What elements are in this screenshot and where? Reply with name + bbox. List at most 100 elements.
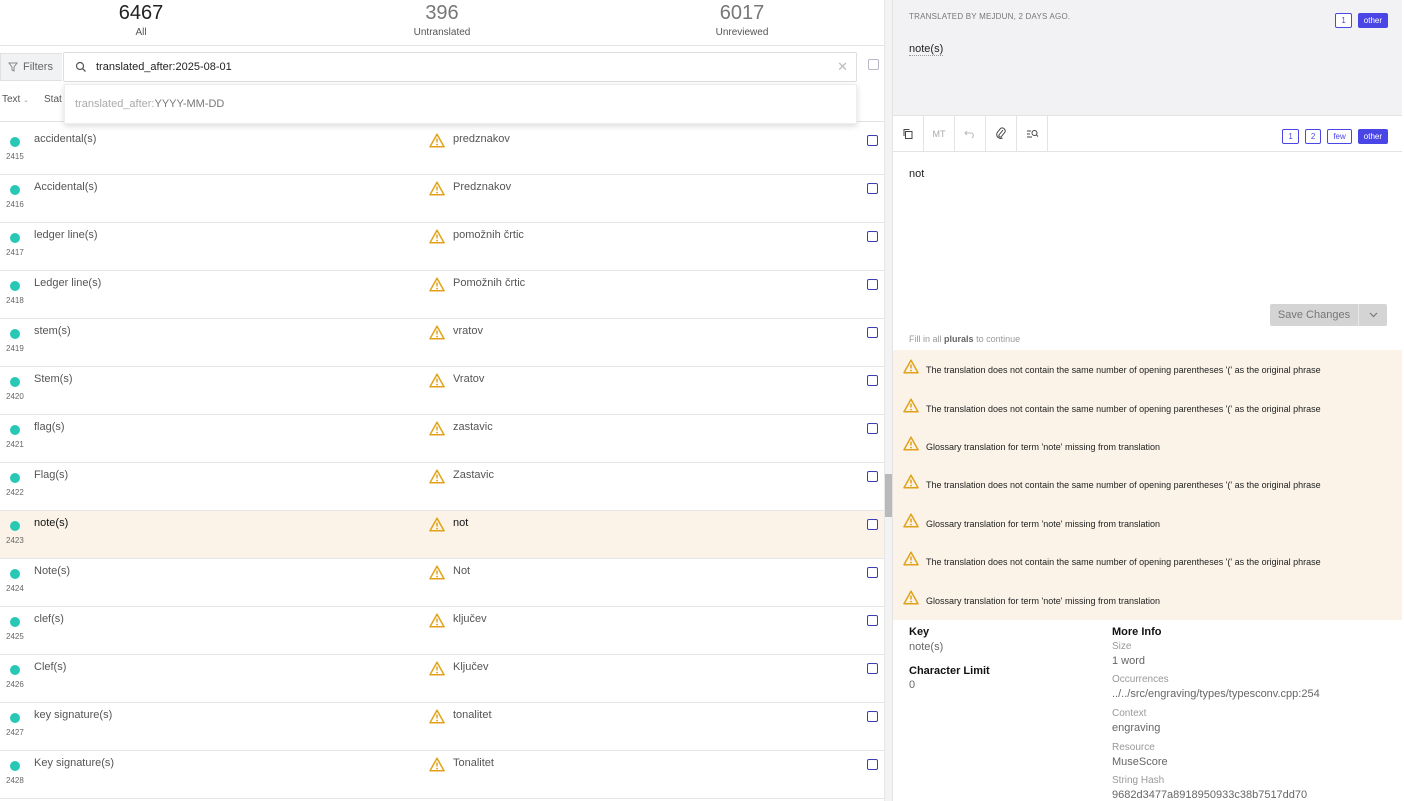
source-plural-tab-1[interactable]: 1 <box>1335 13 1352 28</box>
source-plural-tabs: 1 other <box>1329 10 1388 28</box>
translation-string: vratov <box>453 325 483 337</box>
select-all-checkbox[interactable] <box>868 59 879 70</box>
string-row[interactable]: Stem(s) 2420 Vratov <box>0 367 884 415</box>
machine-translation-button[interactable]: MT <box>924 116 955 151</box>
size-label: Size <box>1112 641 1132 652</box>
string-row[interactable]: ledger line(s) 2417 pomožnih črtic <box>0 223 884 271</box>
row-checkbox[interactable] <box>867 327 878 338</box>
warning-icon <box>903 474 919 489</box>
row-checkbox[interactable] <box>867 423 878 434</box>
string-number: 2423 <box>6 536 24 545</box>
target-plural-tab-few[interactable]: few <box>1327 129 1352 144</box>
qa-warning: Glossary translation for term 'note' mis… <box>893 583 1402 621</box>
row-checkbox[interactable] <box>867 711 878 722</box>
strings-list-pane: 6467 All 396 Untranslated 6017 Unreviewe… <box>0 0 884 801</box>
scrollbar-thumb[interactable] <box>885 474 892 517</box>
search-suggestion[interactable]: translated_after:YYYY-MM-DD <box>64 84 857 124</box>
string-row[interactable]: clef(s) 2425 ključev <box>0 607 884 655</box>
translation-string: Predznakov <box>453 181 512 193</box>
status-dot <box>10 377 20 387</box>
resource-label: Resource <box>1112 742 1155 753</box>
chevron-down-icon: ⌄ <box>23 97 29 104</box>
source-string: clef(s) <box>34 613 64 625</box>
warning-text: The translation does not contain the sam… <box>926 404 1321 414</box>
string-row[interactable]: key signature(s) 2427 tonalitet <box>0 703 884 751</box>
suggestion-prefix: translated_after: <box>75 98 155 110</box>
string-row[interactable]: note(s) 2423 not <box>0 511 884 559</box>
row-checkbox[interactable] <box>867 471 878 482</box>
translation-textarea[interactable]: not <box>909 168 924 180</box>
attach-button[interactable] <box>986 116 1017 151</box>
status-dot <box>10 569 20 579</box>
chevron-down-icon[interactable] <box>1359 312 1387 318</box>
row-checkbox[interactable] <box>867 519 878 530</box>
column-text[interactable]: Text ⌄ <box>2 94 29 105</box>
save-changes-button[interactable]: Save Changes <box>1270 304 1387 326</box>
search-icon <box>75 61 86 72</box>
undo-icon <box>964 130 974 138</box>
row-checkbox[interactable] <box>867 231 878 242</box>
string-row[interactable]: Flag(s) 2422 Zastavic <box>0 463 884 511</box>
row-checkbox[interactable] <box>867 615 878 626</box>
filters-button[interactable]: Filters <box>0 53 62 81</box>
source-string: note(s) <box>34 517 69 529</box>
string-row[interactable]: Key signature(s) 2428 Tonalitet <box>0 751 884 799</box>
status-dot <box>10 329 20 339</box>
source-text: note(s) <box>909 43 944 56</box>
stat-unreviewed[interactable]: 6017 Unreviewed <box>642 0 842 40</box>
warning-icon <box>429 277 445 292</box>
row-checkbox[interactable] <box>867 135 878 146</box>
row-checkbox[interactable] <box>867 279 878 290</box>
stat-all-label: All <box>135 27 147 38</box>
source-string: Clef(s) <box>34 661 67 673</box>
source-string: Key signature(s) <box>34 757 115 769</box>
occurrences-value: ../../src/engraving/types/typesconv.cpp:… <box>1112 688 1320 700</box>
list-scrollbar[interactable] <box>884 0 892 801</box>
target-plural-tab-1[interactable]: 1 <box>1282 129 1299 144</box>
search-tm-button[interactable] <box>1017 116 1048 151</box>
clear-search-icon[interactable]: ✕ <box>837 60 848 74</box>
column-status[interactable]: Stat <box>44 94 62 105</box>
string-number: 2424 <box>6 584 24 593</box>
stats-bar: 6467 All 396 Untranslated 6017 Unreviewe… <box>0 0 884 46</box>
warning-icon <box>429 709 445 724</box>
stat-all[interactable]: 6467 All <box>41 0 241 40</box>
status-dot <box>10 521 20 531</box>
string-row[interactable]: Ledger line(s) 2418 Pomožnih črtic <box>0 271 884 319</box>
copy-source-button[interactable] <box>893 116 924 151</box>
row-checkbox[interactable] <box>867 183 878 194</box>
string-row[interactable]: flag(s) 2421 zastavic <box>0 415 884 463</box>
editor-toolbar: MT 1 2 few other <box>893 116 1402 152</box>
stat-untranslated[interactable]: 396 Untranslated <box>342 0 542 40</box>
search-input[interactable]: translated_after:2025-08-01 ✕ <box>63 52 857 82</box>
string-row[interactable]: accidental(s) 2415 predznakov <box>0 127 884 175</box>
string-number: 2421 <box>6 440 24 449</box>
string-row[interactable]: Clef(s) 2426 Ključev <box>0 655 884 703</box>
row-checkbox[interactable] <box>867 567 878 578</box>
string-row[interactable]: stem(s) 2419 vratov <box>0 319 884 367</box>
undo-button[interactable] <box>955 116 986 151</box>
translation-string: predznakov <box>453 133 510 145</box>
warning-icon <box>429 517 445 532</box>
warning-text: Glossary translation for term 'note' mis… <box>926 519 1161 529</box>
qa-warning: Glossary translation for term 'note' mis… <box>893 506 1402 544</box>
string-row[interactable]: Note(s) 2424 Not <box>0 559 884 607</box>
target-plural-tab-other[interactable]: other <box>1357 129 1388 144</box>
source-plural-tab-other[interactable]: other <box>1357 13 1388 28</box>
status-dot <box>10 233 20 243</box>
warning-icon <box>429 133 445 148</box>
save-changes-label: Save Changes <box>1270 304 1359 326</box>
row-checkbox[interactable] <box>867 663 878 674</box>
warning-icon <box>429 469 445 484</box>
row-checkbox[interactable] <box>867 375 878 386</box>
string-number: 2417 <box>6 248 24 257</box>
string-row[interactable]: Accidental(s) 2416 Predznakov <box>0 175 884 223</box>
string-number: 2418 <box>6 296 24 305</box>
source-string: key signature(s) <box>34 709 113 721</box>
target-plural-tab-2[interactable]: 2 <box>1304 129 1322 144</box>
row-checkbox[interactable] <box>867 759 878 770</box>
char-limit-label: Character Limit <box>909 665 990 677</box>
source-string: stem(s) <box>34 325 71 337</box>
translation-string: Ključev <box>453 661 489 673</box>
paperclip-icon <box>996 127 1006 139</box>
